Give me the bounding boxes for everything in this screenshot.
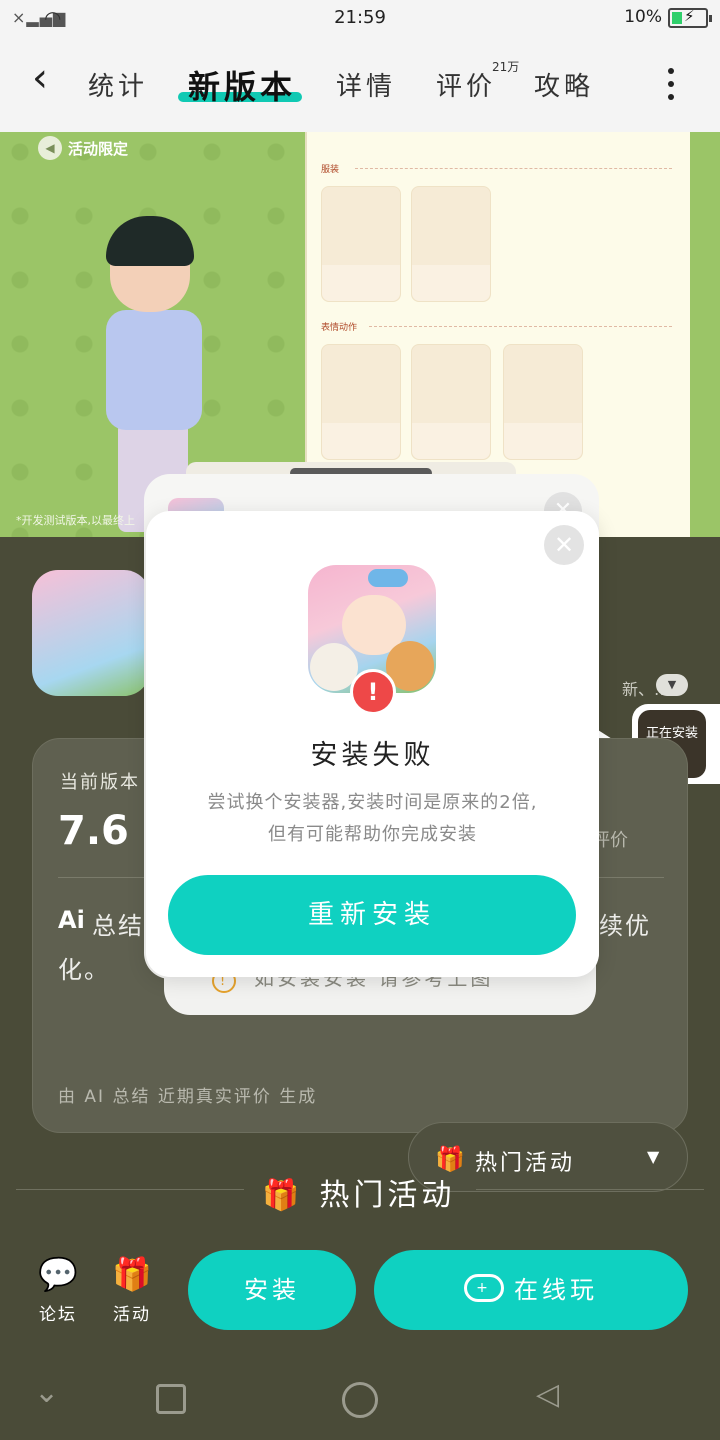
collapse-icon[interactable]: ⌄ [34,1378,59,1408]
dev-note: *开发测试版本,以最终上 [16,514,135,527]
caret-down-icon: ▼ [647,1147,660,1166]
tab-guides[interactable]: 攻略 [534,66,594,103]
panel-section-emotes: 表情动作 [321,323,358,333]
expand-tags-icon[interactable]: ▼ [656,674,688,696]
back-nav-icon[interactable]: ◁ [536,1380,559,1410]
limited-event-pill[interactable]: ◀ 活动限定 [34,134,136,162]
forum-button[interactable]: 💬 论坛 [28,1254,88,1325]
more-menu-icon[interactable] [668,68,676,107]
error-icon: ! [350,669,396,715]
item-slot [411,186,491,302]
system-nav-bar: ⌄ ◁ [0,1360,720,1440]
install-failed-dialog: ✕ ! 安装失败 尝试换个安装器,安装时间是原来的2倍, 但有可能帮助你完成安装… [146,511,599,977]
status-time: 21:59 [334,7,386,28]
reinstall-button[interactable]: 重新安装 [168,875,576,955]
install-button[interactable]: 安装 [188,1250,356,1330]
battery-percent: 10% [624,7,662,27]
play-online-button[interactable]: + 在线玩 [374,1250,688,1330]
current-version-label: 当前版本 [60,772,140,793]
top-nav: ‹ 统计 新版本 详情 评价 21万 攻略 [0,36,720,132]
ai-summary-note: 由 AI 总结 近期真实评价 生成 [58,1087,318,1107]
activity-button[interactable]: 🎁 活动 [102,1254,162,1325]
recent-apps-icon[interactable] [156,1384,186,1414]
back-icon[interactable]: ‹ [32,58,48,98]
item-slot [321,344,401,460]
status-bar: ×▂▄▆ ◠ 21:59 10% ⚡ [0,0,720,36]
tab-details[interactable]: 详情 [336,66,396,103]
gift-icon: 🎁 [262,1178,304,1213]
item-slot [503,344,583,460]
chat-icon: 💬 [38,1255,78,1293]
panel-section-clothing: 服装 [321,165,340,175]
gift-icon: 🎁 [435,1145,465,1173]
bottom-action-bar: 💬 论坛 🎁 活动 安装 + 在线玩 [0,1228,720,1360]
item-slot [321,186,401,302]
tab-reviews[interactable]: 评价 [436,66,496,103]
play-back-icon: ◀ [38,136,62,160]
dialog-description: 尝试换个安装器,安装时间是原来的2倍, 但有可能帮助你完成安装 [207,792,538,845]
tab-new-version[interactable]: 新版本 [188,62,296,108]
hot-activity-section-title: 🎁 热门活动 [262,1178,456,1213]
gamepad-icon: + [464,1274,504,1302]
home-icon[interactable] [342,1382,378,1418]
version-number: 7.6 [58,808,129,854]
tab-stats[interactable]: 统计 [88,66,148,103]
app-icon [32,570,150,696]
battery-icon: ⚡ [668,7,712,28]
dialog-title: 安装失败 [310,740,435,771]
item-slot [411,344,491,460]
close-icon[interactable]: ✕ [544,525,584,565]
gift-icon: 🎁 [112,1255,152,1293]
review-count-badge: 21万 [492,60,520,74]
